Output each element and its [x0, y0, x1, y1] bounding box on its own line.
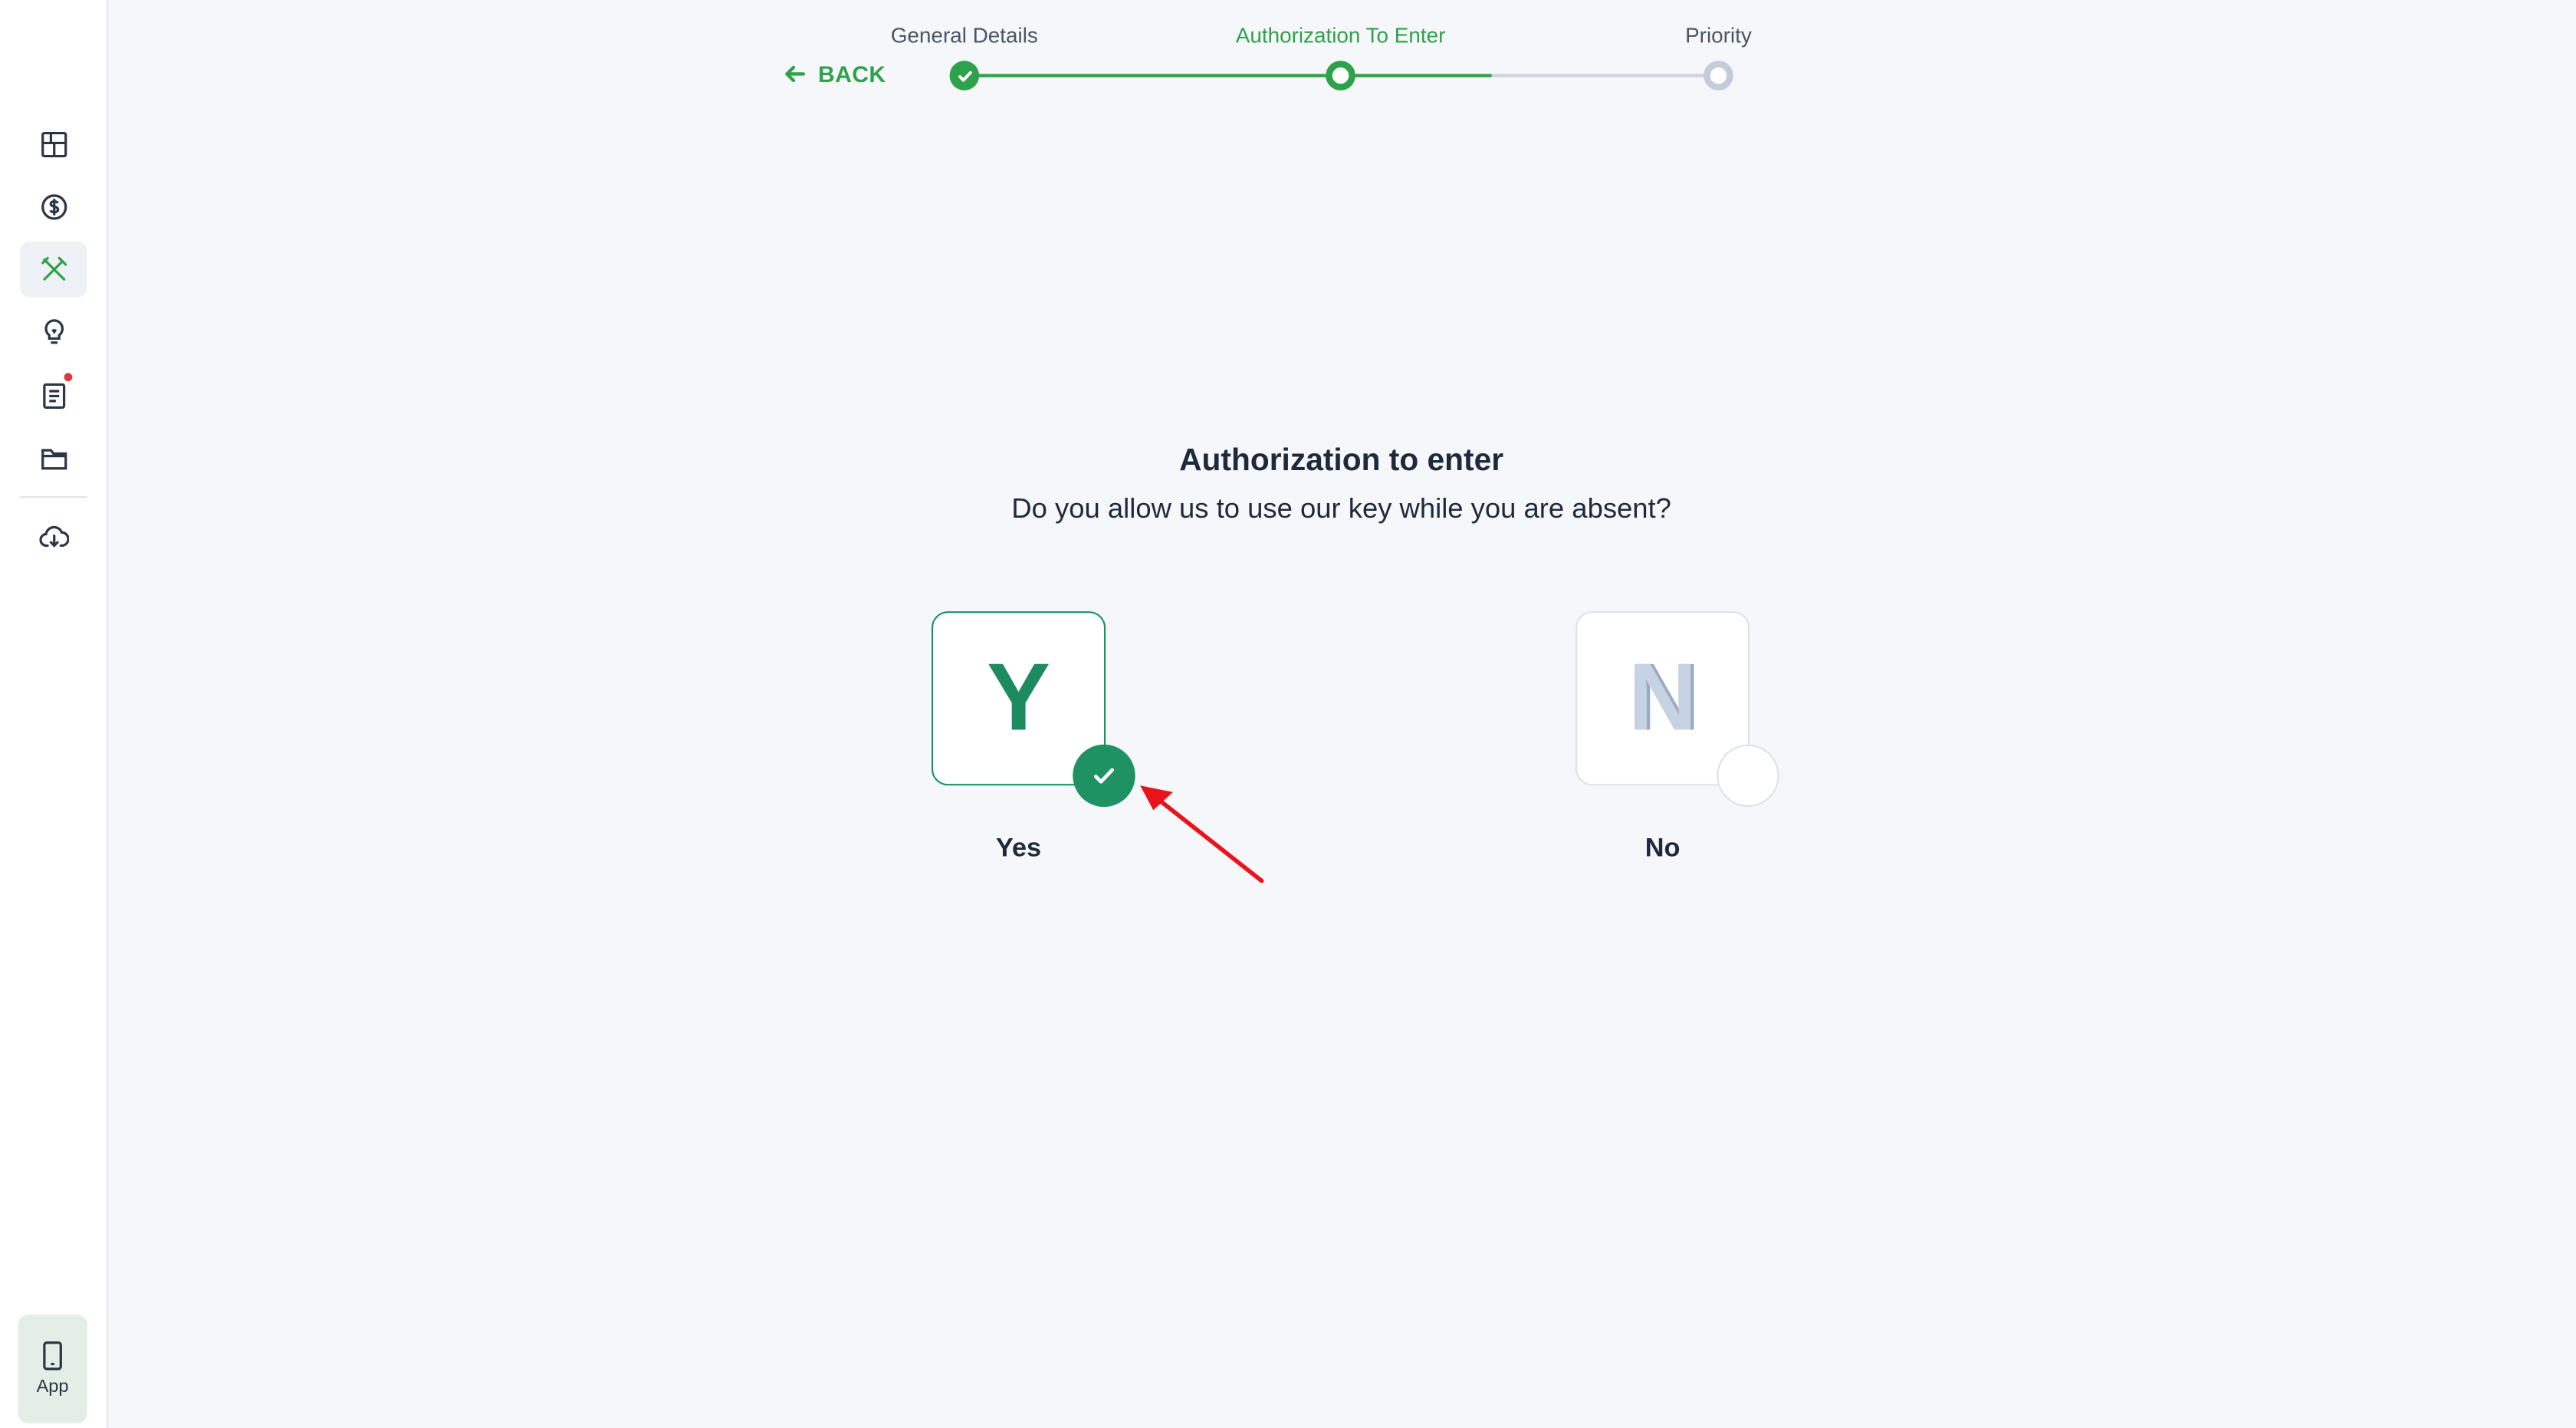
arrow-left-icon — [785, 65, 805, 83]
dashboard-grid-icon — [41, 131, 67, 158]
sidebar: App — [0, 0, 109, 1428]
check-icon — [958, 70, 971, 81]
option-no-letter: N — [1628, 644, 1697, 752]
step-node-general-details[interactable] — [949, 61, 980, 90]
app-button-label: App — [36, 1377, 69, 1397]
step-label-authorization: Authorization To Enter — [1235, 23, 1446, 48]
annotation-arrow-icon — [1140, 785, 1264, 883]
dollar-coin-icon — [41, 194, 67, 220]
step-label-general-details: General Details — [890, 23, 1038, 48]
question-subtitle: Do you allow us to use our key while you… — [1011, 492, 1671, 525]
step-label-priority: Priority — [1685, 23, 1752, 48]
lightbulb-icon — [44, 319, 63, 344]
check-icon — [1093, 768, 1115, 784]
sidebar-item-tools[interactable] — [19, 242, 87, 298]
tools-icon — [41, 256, 67, 281]
option-yes-checkmark[interactable] — [1073, 744, 1135, 808]
sidebar-item-finance[interactable] — [20, 179, 87, 235]
question-title: Authorization to enter — [1179, 443, 1504, 479]
step-node-priority[interactable] — [1704, 61, 1733, 90]
app-root: App BACK General Details Authorization T… — [0, 0, 2576, 1428]
app-button[interactable]: App — [18, 1314, 87, 1423]
sidebar-item-documents[interactable] — [20, 368, 87, 424]
option-no-radio[interactable] — [1717, 744, 1779, 808]
option-no-label: No — [1644, 834, 1681, 863]
sidebar-item-ideas[interactable] — [20, 304, 87, 360]
back-label: BACK — [818, 61, 886, 87]
step-node-authorization[interactable] — [1326, 61, 1355, 90]
sidebar-item-dashboard[interactable] — [20, 117, 87, 173]
option-yes-letter: Y — [987, 644, 1051, 752]
stepper-track-remaining — [1491, 74, 1719, 77]
back-button[interactable]: BACK — [782, 61, 886, 87]
document-list-icon — [42, 383, 65, 410]
option-yes-label: Yes — [996, 834, 1042, 863]
cloud-download-icon — [38, 525, 68, 548]
mobile-phone-icon — [43, 1341, 62, 1370]
notification-dot — [64, 373, 73, 382]
stepper-track-completed — [964, 74, 1492, 77]
